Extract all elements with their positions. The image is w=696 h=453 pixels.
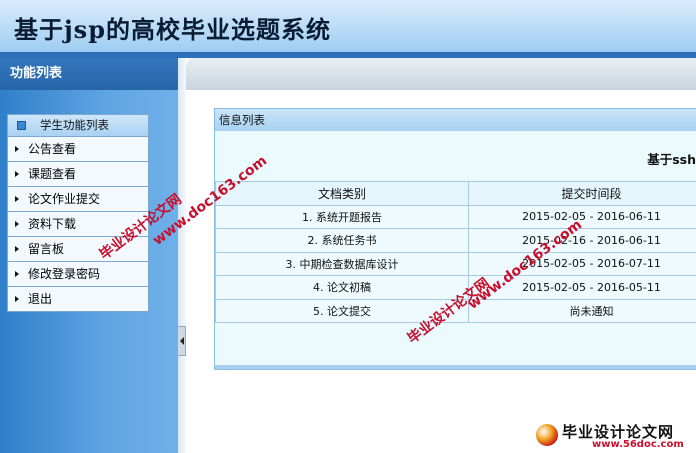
column-header-period: 提交时间段 [468,181,696,206]
sidebar-menu: 学生功能列表 公告查看 课题查看 论文作业提交 资料下载 留言板 修改登录密码 [7,114,149,312]
arrow-right-icon [15,246,19,252]
arrow-right-icon [15,196,19,202]
sidebar-item-logout[interactable]: 退出 [8,287,148,311]
sidebar-item-label: 资料下载 [28,217,77,231]
watermark-logo: 毕业设计论文网 www.56doc.com [530,418,696,453]
info-panel-title: 信息列表 [215,109,696,131]
sidebar-item-label: 论文作业提交 [28,192,101,206]
cell-category: 2. 系统任务书 [215,228,469,253]
content-tab-bar [186,58,696,90]
sidebar-item-label: 留言板 [28,242,65,256]
square-icon [17,121,26,130]
menu-group-label: 学生功能列表 [40,118,109,132]
panel-splitter[interactable] [178,58,186,453]
cell-category: 4. 论文初稿 [215,275,469,300]
sidebar-item-label: 课题查看 [28,167,77,181]
sidebar-item-label: 退出 [28,292,53,306]
logo-url: www.56doc.com [592,439,684,450]
arrow-right-icon [15,146,19,152]
sidebar-item-topics[interactable]: 课题查看 [8,162,148,187]
info-panel-footer [215,365,696,369]
globe-icon [536,424,558,446]
welcome-text: 基于ssh [647,152,696,167]
table-row: 2. 系统任务书 2015-02-16 - 2016-06-11 [215,228,696,253]
info-panel: 信息列表 基于ssh 文档类别 提交时间段 1. 系统开题报告 2015-02-… [214,108,696,370]
column-header-category: 文档类别 [215,181,469,206]
table-header-row: 文档类别 提交时间段 [215,181,696,206]
arrow-right-icon [15,171,19,177]
sidebar-item-label: 公告查看 [28,142,77,156]
arrow-right-icon [15,296,19,302]
collapse-sidebar-button[interactable] [177,326,186,356]
sidebar-item-label: 修改登录密码 [28,267,101,281]
sidebar-item-submit-thesis[interactable]: 论文作业提交 [8,187,148,212]
app-title: 基于jsp的高校毕业选题系统 [14,15,331,44]
cell-category: 1. 系统开题报告 [215,204,469,229]
arrow-left-icon [180,337,184,345]
cell-period: 尚未通知 [468,298,696,323]
sidebar-item-change-password[interactable]: 修改登录密码 [8,262,148,287]
table-row: 1. 系统开题报告 2015-02-05 - 2016-06-11 [215,204,696,229]
arrow-right-icon [15,271,19,277]
menu-group-header[interactable]: 学生功能列表 [8,115,148,137]
cell-category: 3. 中期检查数据库设计 [215,251,469,276]
sidebar-title: 功能列表 [0,58,178,90]
app-header: 基于jsp的高校毕业选题系统 [0,0,696,52]
sidebar-item-announcements[interactable]: 公告查看 [8,137,148,162]
arrow-right-icon [15,221,19,227]
sidebar: 功能列表 学生功能列表 公告查看 课题查看 论文作业提交 资料下载 留言板 修改… [0,58,178,453]
table-row: 3. 中期检查数据库设计 2015-02-05 - 2016-07-11 [215,251,696,276]
cell-period: 2015-02-16 - 2016-06-11 [468,228,696,253]
